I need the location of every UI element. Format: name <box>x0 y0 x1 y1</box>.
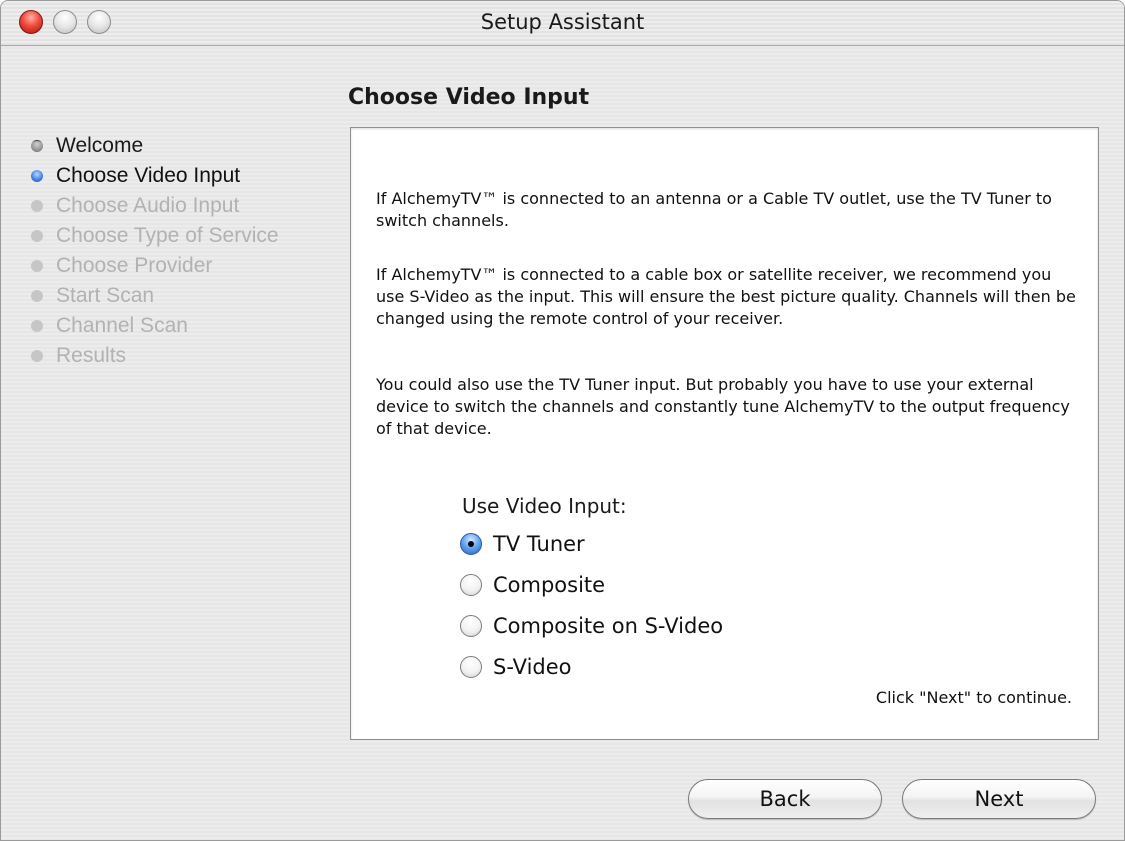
continue-hint: Click "Next" to continue. <box>875 688 1072 707</box>
steps-list: Welcome Choose Video Input Choose Audio … <box>31 131 279 371</box>
step-start-scan: Start Scan <box>31 281 279 311</box>
page-title: Choose Video Input <box>348 85 590 110</box>
next-button[interactable]: Next <box>902 779 1096 819</box>
step-choose-provider: Choose Provider <box>31 251 279 281</box>
step-pending-dot-icon <box>31 200 43 212</box>
step-label: Start Scan <box>56 284 155 307</box>
step-pending-dot-icon <box>31 230 43 242</box>
step-pending-dot-icon <box>31 290 43 302</box>
title-bar: Setup Assistant <box>1 1 1124 46</box>
window-title: Setup Assistant <box>480 10 645 34</box>
step-label: Choose Audio Input <box>56 194 240 217</box>
radio-label[interactable]: TV Tuner <box>493 532 585 556</box>
step-label: Choose Provider <box>56 254 213 277</box>
radio-group-label: Use Video Input: <box>462 494 627 518</box>
step-done-dot-icon <box>31 140 43 152</box>
radio-selected-icon[interactable] <box>460 533 482 555</box>
radio-label[interactable]: Composite <box>493 573 605 597</box>
video-input-radio-group: Use Video Input: TV Tuner Composite Comp… <box>460 490 723 686</box>
radio-tv-tuner[interactable]: TV Tuner <box>460 526 723 563</box>
radio-composite-on-s-video[interactable]: Composite on S-Video <box>460 608 723 645</box>
back-button[interactable]: Back <box>688 779 882 819</box>
setup-assistant-window: Setup Assistant Choose Video Input Welco… <box>0 0 1125 841</box>
radio-label[interactable]: Composite on S-Video <box>493 614 723 638</box>
step-current-dot-icon <box>31 170 43 182</box>
step-choose-video-input: Choose Video Input <box>31 161 279 191</box>
radio-unselected-icon[interactable] <box>460 656 482 678</box>
radio-s-video[interactable]: S-Video <box>460 649 723 686</box>
step-choose-type-of-service: Choose Type of Service <box>31 221 279 251</box>
radio-label[interactable]: S-Video <box>493 655 572 679</box>
step-pending-dot-icon <box>31 320 43 332</box>
step-label: Welcome <box>56 134 144 157</box>
radio-unselected-icon[interactable] <box>460 574 482 596</box>
step-choose-audio-input: Choose Audio Input <box>31 191 279 221</box>
step-label: Choose Video Input <box>56 164 241 187</box>
step-pending-dot-icon <box>31 350 43 362</box>
step-results: Results <box>31 341 279 371</box>
radio-composite[interactable]: Composite <box>460 567 723 604</box>
info-paragraph: You could also use the TV Tuner input. B… <box>376 375 1070 438</box>
step-welcome: Welcome <box>31 131 279 161</box>
content-panel: If AlchemyTV™ is connected to an antenna… <box>350 127 1099 740</box>
step-label: Results <box>56 344 127 367</box>
radio-unselected-icon[interactable] <box>460 615 482 637</box>
step-label: Channel Scan <box>56 314 188 337</box>
info-paragraph: If AlchemyTV™ is connected to an antenna… <box>376 189 1052 230</box>
step-pending-dot-icon <box>31 260 43 272</box>
info-paragraph: If AlchemyTV™ is connected to a cable bo… <box>376 265 1076 328</box>
step-label: Choose Type of Service <box>56 224 279 247</box>
step-channel-scan: Channel Scan <box>31 311 279 341</box>
